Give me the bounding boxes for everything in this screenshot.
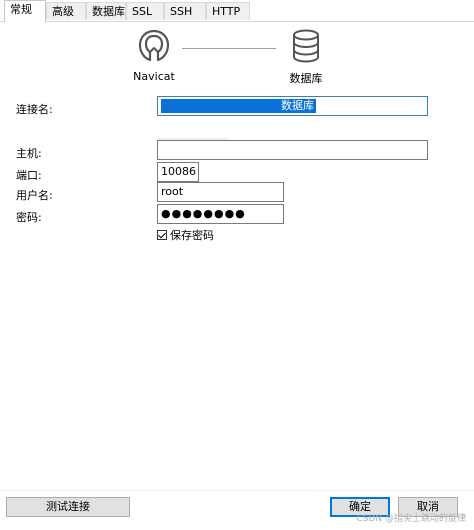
database-label: 数据库 xyxy=(289,72,323,85)
bottom-separator xyxy=(0,490,474,491)
navicat-label: Navicat xyxy=(133,70,175,83)
port-label: 端口: xyxy=(16,169,42,182)
connection-name-value: 数据库 xyxy=(161,99,316,113)
tab-database[interactable]: 数据库 xyxy=(86,2,126,20)
host-input[interactable] xyxy=(157,140,428,160)
connection-name-label: 连接名: xyxy=(16,103,53,116)
host-label: 主机: xyxy=(16,147,42,160)
save-password-checkbox[interactable] xyxy=(157,230,167,240)
save-password-row[interactable]: 保存密码 xyxy=(157,228,214,242)
password-input[interactable]: ●●●●●●●● xyxy=(157,204,284,224)
tab-advanced[interactable]: 高级 xyxy=(46,2,86,20)
tab-http[interactable]: HTTP xyxy=(206,2,250,20)
database-icon xyxy=(293,29,319,63)
navicat-logo-icon xyxy=(138,29,170,62)
port-input[interactable]: 10086 xyxy=(157,162,199,182)
username-input[interactable]: root xyxy=(157,182,284,202)
save-password-label: 保存密码 xyxy=(170,229,214,242)
tab-general[interactable]: 常规 xyxy=(4,0,46,22)
password-label: 密码: xyxy=(16,211,42,224)
connection-name-input[interactable]: 数据库 xyxy=(157,96,428,116)
connection-dialog: 常规 高级 数据库 SSL SSH HTTP Navicat 数据库 连接名: … xyxy=(0,0,474,530)
tab-bar: 常规 高级 数据库 SSL SSH HTTP xyxy=(0,0,474,22)
test-connection-button[interactable]: 测试连接 xyxy=(6,497,130,517)
tab-ssh[interactable]: SSH xyxy=(164,2,206,20)
connector-line xyxy=(182,48,276,49)
tab-ssl[interactable]: SSL xyxy=(126,2,164,20)
watermark: CSDN @指尖上跳动的旋律 xyxy=(356,514,466,524)
username-label: 用户名: xyxy=(16,189,53,202)
